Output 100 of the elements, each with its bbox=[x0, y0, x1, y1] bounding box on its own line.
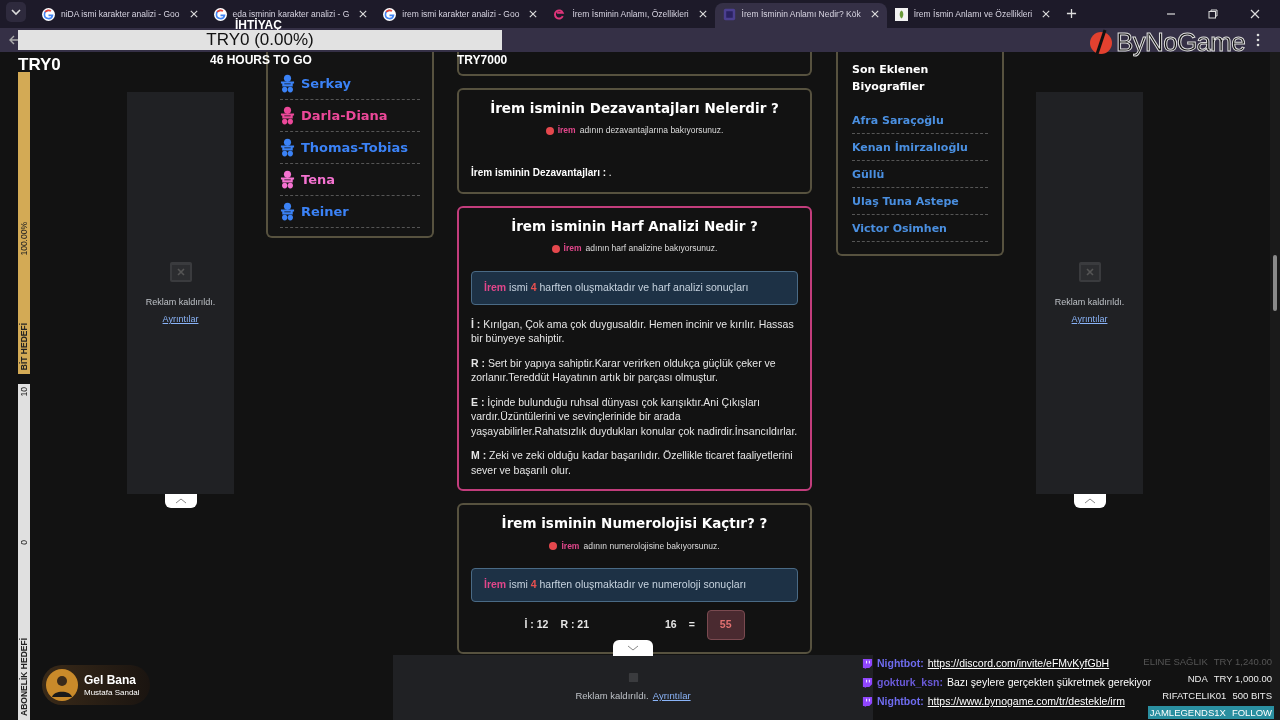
ad-removed-icon bbox=[1077, 259, 1102, 284]
browser-tab[interactable]: irem ismi karakter analizi - Goo bbox=[375, 8, 546, 20]
chat-link[interactable]: https://discord.com/invite/eFMvKyfGbH bbox=[927, 657, 1110, 670]
goal-raised: TRY0 bbox=[18, 54, 61, 76]
name-item[interactable]: Serkay bbox=[280, 68, 420, 100]
alert-icon bbox=[549, 541, 558, 550]
card-title: Son Eklenen Biyografiler bbox=[852, 62, 930, 95]
name-item[interactable]: Tena bbox=[280, 164, 420, 196]
chat-username: Nightbot: bbox=[877, 695, 924, 708]
alert-icon bbox=[545, 126, 554, 135]
letter-meaning: M : Zeki ve zeki olduğu kadar başarılıdır. Özellikle ticaret faaliyetlerini sever ve başarılı olur. bbox=[471, 448, 794, 478]
song-title: Gel Bana bbox=[84, 672, 138, 688]
site-icon bbox=[553, 8, 567, 21]
close-icon[interactable] bbox=[359, 10, 368, 18]
close-icon[interactable] bbox=[529, 10, 538, 18]
google-icon bbox=[42, 8, 55, 21]
album-art-icon bbox=[46, 669, 78, 701]
ad-removed-icon bbox=[168, 259, 193, 284]
logo-text: ByNoGame bbox=[1116, 28, 1246, 56]
browser-tab[interactable]: İrem İsmin Anlamı ve Özellikleri bbox=[886, 8, 1059, 20]
chat-badge-icon bbox=[862, 696, 873, 707]
letter-meaning: E : İçinde bulunduğu ruhsal dünyası çok karışıktır.Ani Çıkışları vardır.Üzüntülerini ve sevinçlerinide bir arada yaşayabilirler.Rahatsızlık duydukları konular çok nadirdir.İnsancıldırlar. bbox=[471, 394, 798, 439]
browser-tab[interactable]: İrem İsminin Anlamı Nedir? Kök bbox=[714, 3, 887, 28]
browser-tab[interactable]: niDA ismi karakter analizi - Goo bbox=[34, 8, 206, 20]
more-icon[interactable] bbox=[1256, 33, 1260, 47]
total-value: 55 bbox=[706, 610, 745, 640]
number-value: R : 21 bbox=[560, 617, 589, 632]
logo-icon bbox=[1088, 29, 1114, 55]
goal-label: BİT HEDEFİ bbox=[18, 322, 30, 370]
name-item[interactable]: Reiner bbox=[280, 196, 420, 228]
close-icon[interactable] bbox=[698, 10, 707, 18]
name-item[interactable]: Thomas-Tobias bbox=[280, 132, 420, 164]
recent-event: NDA TRY 1,000.00 bbox=[1186, 672, 1273, 685]
close-icon[interactable] bbox=[870, 10, 879, 18]
tab-title: eda isminin karakter analizi - G bbox=[232, 8, 350, 19]
browser-tab[interactable]: eda isminin karakter analizi - G bbox=[205, 8, 376, 20]
tab-title: İrem İsminin Anlamı Nedir? Kök bbox=[741, 8, 861, 20]
goal-title: İHTİYAÇ bbox=[235, 20, 282, 30]
biography-link[interactable]: Afra Saraçoğlu bbox=[852, 107, 988, 134]
chat-badge-icon bbox=[862, 677, 873, 688]
tab-title: niDA ismi karakter analizi - Goo bbox=[61, 8, 180, 20]
tab-list-icon[interactable] bbox=[6, 2, 26, 22]
tab-title: İrem İsminin Anlamı, Özellikleri bbox=[572, 8, 689, 20]
tab-title: irem ismi karakter analizi - Goo bbox=[402, 8, 520, 20]
recent-event: RIFATCELIK01 500 BITS bbox=[1161, 689, 1273, 702]
google-icon bbox=[213, 8, 227, 21]
close-icon[interactable] bbox=[189, 10, 198, 18]
letter-meaning: İ : Kırılgan, Çok ama çok duygusaldır. Hemen incinir ve kırılır. Hassas bir bünyeye sahiptir. bbox=[471, 316, 795, 346]
chat-message: Bazı şeylere gerçekten şükretmek gerekiyor bbox=[946, 676, 1152, 689]
recent-event: JAMLEGENDS1X FOLLOW bbox=[1147, 706, 1274, 719]
details-link[interactable]: Ayrıntılar bbox=[1071, 313, 1108, 327]
details-link[interactable]: Ayrıntılar bbox=[162, 313, 199, 327]
back-icon[interactable] bbox=[8, 34, 20, 46]
number-value: 16 bbox=[665, 617, 677, 632]
alert-icon bbox=[551, 244, 560, 253]
tab-title: İrem İsmin Anlamı ve Özellikleri bbox=[913, 8, 1033, 20]
goal-label: ABONELİK HEDEFİ bbox=[18, 638, 30, 716]
google-icon bbox=[383, 8, 397, 21]
card-title: İrem isminin Dezavantajları Nelerdir ? bbox=[489, 99, 780, 118]
site-icon bbox=[894, 8, 908, 21]
biography-link[interactable]: Güllü bbox=[852, 161, 988, 188]
goal-target: TRY7000 bbox=[457, 54, 508, 66]
collapse-tab[interactable] bbox=[164, 494, 197, 508]
browser-tab[interactable]: İrem İsminin Anlamı, Özellikleri bbox=[545, 8, 715, 20]
chat-badge-icon bbox=[862, 658, 873, 669]
ad-removed-text: Reklam kaldırıldı. bbox=[1054, 295, 1125, 309]
ad-removed-text: Reklam kaldırıldı. bbox=[575, 688, 649, 703]
chevron-down-icon bbox=[627, 645, 639, 651]
close-icon[interactable] bbox=[1042, 10, 1051, 18]
site-icon bbox=[722, 8, 736, 21]
scrollbar[interactable] bbox=[1270, 52, 1280, 720]
card-text: İrem isminin Dezavantajları : . bbox=[471, 165, 613, 180]
song-artist: Mustafa Sandal bbox=[84, 687, 140, 698]
goal-time-left: 46 HOURS TO GO bbox=[210, 54, 312, 66]
goal-max: 10 bbox=[18, 387, 30, 397]
ad-removed-text: Reklam kaldırıldı. bbox=[145, 295, 216, 309]
collapse-tab[interactable] bbox=[1073, 494, 1106, 508]
name-item[interactable]: Darla-Diana bbox=[280, 100, 420, 132]
details-link[interactable]: Ayrıntılar bbox=[652, 688, 691, 704]
chat-link[interactable]: https://www.bynogame.com/tr/destekle/irm bbox=[927, 695, 1125, 708]
info-note: İrem adının dezavantajlarına bakıyorsunuz. bbox=[459, 124, 810, 137]
number-value: İ : 12 bbox=[524, 617, 549, 632]
chat-username: Nightbot: bbox=[877, 657, 924, 670]
chevron-up-icon bbox=[174, 498, 187, 504]
biography-link[interactable]: Kenan İmirzalıoğlu bbox=[852, 134, 988, 161]
letter-meaning: R : Sert bir yapıya sahiptir.Karar verirken oldukça güçlük çeker ve zorlanır.Tereddüt Hayatının artık bir parçası olmuştur. bbox=[471, 355, 777, 385]
goal-percent: 100.00% bbox=[18, 222, 30, 256]
chevron-up-icon bbox=[1083, 498, 1096, 504]
goal-min: 0 bbox=[18, 540, 30, 545]
biography-link[interactable]: Ulaş Tuna Astepe bbox=[852, 188, 988, 215]
info-banner: İrem ismi 4 harften oluşmaktadır ve harf analizi sonuçları bbox=[471, 271, 798, 305]
number-value: = bbox=[688, 617, 695, 632]
restore-icon[interactable] bbox=[1208, 9, 1218, 19]
card-title: İrem isminin Harf Analizi Nedir ? bbox=[510, 217, 759, 236]
biography-link[interactable]: Victor Osimhen bbox=[852, 215, 988, 242]
close-icon[interactable] bbox=[1250, 9, 1260, 19]
new-tab-icon[interactable] bbox=[1066, 8, 1078, 19]
card-title: İrem isminin Numerolojisi Kaçtır? ? bbox=[500, 514, 769, 534]
goal-progress-bar: TRY0 (0.00%) bbox=[18, 30, 502, 50]
chat-username: gokturk_ksn: bbox=[877, 676, 943, 689]
